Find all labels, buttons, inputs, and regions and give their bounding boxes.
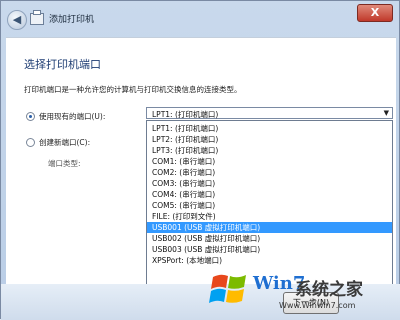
list-item[interactable]: USB002 (USB 虚拟打印机端口) (147, 233, 392, 244)
printer-icon (30, 10, 44, 25)
create-new-port-label[interactable]: 创建新端口(C): (39, 137, 90, 148)
title-bar: ◀ 添加打印机 X (1, 1, 400, 37)
chevron-down-icon[interactable]: ▼ (384, 109, 389, 117)
watermark-brand-cn: 系统之家 (295, 280, 363, 300)
window-title: 添加打印机 (49, 15, 95, 25)
list-item[interactable]: COM5: (串行端口) (147, 200, 392, 211)
list-item[interactable]: COM1: (串行端口) (147, 156, 392, 167)
port-type-label: 端口类型: (48, 159, 81, 168)
watermark-url: Www.Winwin7.com (279, 301, 356, 310)
list-item[interactable]: COM3: (串行端口) (147, 178, 392, 189)
list-item[interactable]: LPT1: (打印机端口) (147, 123, 392, 134)
list-item[interactable]: USB003 (USB 虚拟打印机端口) (147, 244, 392, 255)
back-arrow-icon: ◀ (12, 13, 22, 26)
back-button[interactable]: ◀ (7, 10, 27, 30)
create-new-port-radio[interactable] (26, 138, 35, 147)
existing-port-dropdown[interactable]: LPT1: (打印机端口) ▼ (146, 107, 393, 119)
watermark-logo: Win7 系统之家 Www.Winwin7.com (209, 263, 399, 319)
list-item-selected[interactable]: USB001 (USB 虚拟打印机端口) (147, 222, 392, 233)
use-existing-port-label[interactable]: 使用现有的端口(U): (39, 111, 105, 122)
add-printer-window: ◀ 添加打印机 X 选择打印机端口 打印机端口是一种允许您的计算机与打印机交换信… (0, 0, 400, 320)
list-item[interactable]: FILE: (打印到文件) (147, 211, 392, 222)
dialog-content: 选择打印机端口 打印机端口是一种允许您的计算机与打印机交换信息的连接类型。 使用… (6, 37, 396, 308)
list-item[interactable]: LPT3: (打印机端口) (147, 145, 392, 156)
close-icon: X (370, 6, 380, 19)
list-item[interactable]: COM2: (串行端口) (147, 167, 392, 178)
page-description: 打印机端口是一种允许您的计算机与打印机交换信息的连接类型。 (24, 85, 242, 94)
dropdown-selected-value: LPT1: (打印机端口) (152, 110, 219, 119)
page-title: 选择打印机端口 (24, 58, 101, 71)
list-item[interactable]: COM4: (串行端口) (147, 189, 392, 200)
close-button[interactable]: X (357, 4, 393, 22)
use-existing-port-radio[interactable] (26, 112, 35, 121)
windows-flag-icon (209, 274, 246, 303)
list-item[interactable]: LPT2: (打印机端口) (147, 134, 392, 145)
